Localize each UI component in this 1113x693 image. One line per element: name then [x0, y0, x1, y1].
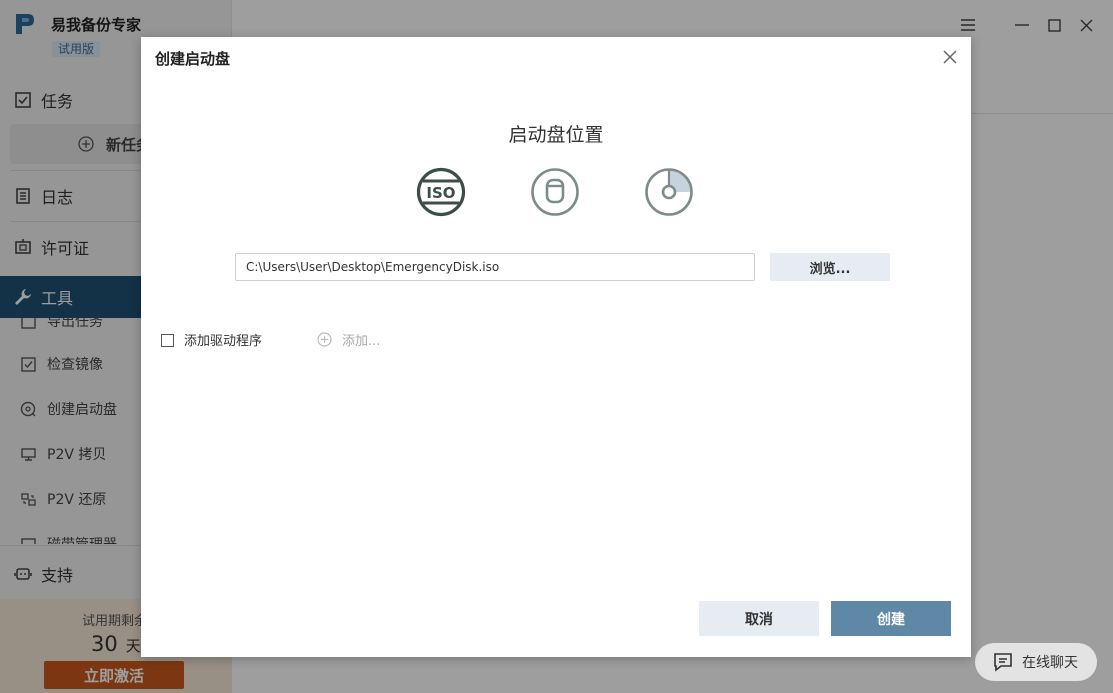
section-title: 启动盘位置: [508, 124, 604, 146]
chat-bubble-icon: [994, 653, 1012, 672]
usb-icon[interactable]: [530, 167, 580, 217]
iso-text: ISO: [426, 184, 455, 202]
iso-icon[interactable]: ISO: [416, 167, 466, 217]
create-boot-disk-dialog: 创建启动盘 启动盘位置 ISO 浏览... 添加驱动程序 添加... 取消 创建: [141, 37, 971, 657]
dialog-title: 创建启动盘: [155, 50, 231, 68]
browse-button[interactable]: 浏览...: [770, 253, 890, 281]
cd-dvd-icon[interactable]: [644, 167, 694, 217]
cancel-button[interactable]: 取消: [699, 601, 819, 636]
add-driver-link-label: 添加...: [342, 334, 381, 349]
online-chat-label: 在线聊天: [1022, 655, 1078, 671]
plus-circle-icon: [317, 332, 332, 347]
add-driver-link[interactable]: 添加...: [317, 330, 380, 349]
create-button[interactable]: 创建: [831, 601, 951, 636]
close-icon[interactable]: [941, 48, 959, 66]
iso-path-input[interactable]: [235, 253, 755, 281]
online-chat-button[interactable]: 在线聊天: [975, 643, 1097, 681]
add-driver-checkbox[interactable]: [161, 334, 174, 347]
add-driver-label[interactable]: 添加驱动程序: [184, 330, 262, 349]
